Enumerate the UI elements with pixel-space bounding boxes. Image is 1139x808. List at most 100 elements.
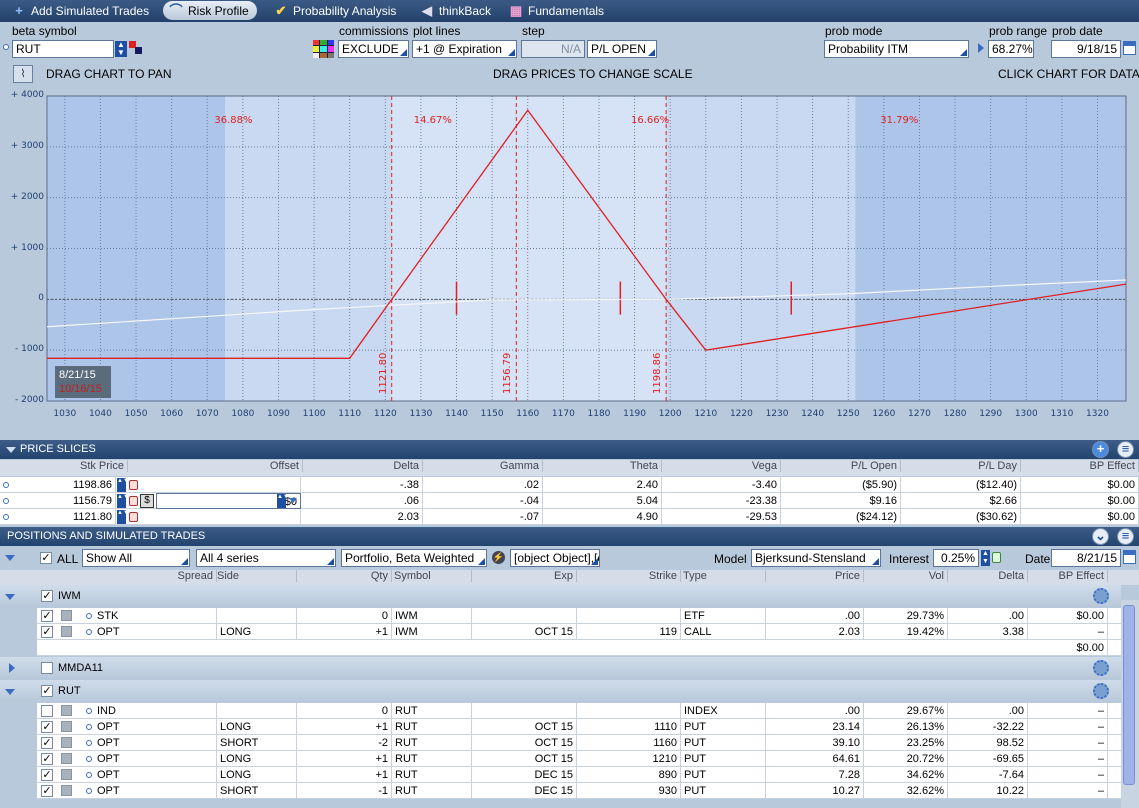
select-all-checkbox[interactable]: ✓ xyxy=(40,552,52,564)
position-row[interactable]: ✓ OPT LONG +1 IWM OCT 15 119 CALL 2.03 19.42% 3.38… xyxy=(0,624,1121,640)
lock-icon[interactable] xyxy=(129,480,138,490)
tab-fundamentals[interactable]: ▦ Fundamentals xyxy=(503,1,612,20)
price-slices-col-header[interactable]: Theta xyxy=(543,460,662,472)
chart-settings-icon[interactable]: ⌇ xyxy=(13,65,33,83)
lock-icon[interactable] xyxy=(129,496,138,506)
gear-icon[interactable] xyxy=(1093,588,1109,604)
group-checkbox[interactable]: ✓ xyxy=(41,685,53,697)
position-row[interactable]: ✓ OPT SHORT -1 RUT DEC 15 930 PUT 10.27 32.62% 10.… xyxy=(0,783,1121,799)
price-slices-col-header[interactable]: P/L Day xyxy=(901,460,1021,472)
tab-add-simulated-trades[interactable]: + Add Simulated Trades xyxy=(6,1,157,20)
position-color-swatch[interactable] xyxy=(61,753,72,764)
price-slice-row[interactable]: 1121.80 2.03 -.07 4.90 -29.53 ($24.12) ($30.62… xyxy=(0,509,1139,525)
position-row[interactable]: ✓ OPT SHORT -2 RUT OCT 15 1160 PUT 39.10 23.25% 98… xyxy=(0,735,1121,751)
interest-spinner[interactable]: ▲ ▼ xyxy=(981,550,990,566)
price-slices-col-header[interactable]: Offset xyxy=(128,460,303,472)
position-checkbox[interactable]: ✓ xyxy=(41,610,53,622)
gear-icon[interactable] xyxy=(1093,683,1109,699)
position-row[interactable]: ✓ STK 0 IWM ETF .00 29.73% .00 $0.00 xyxy=(0,608,1121,624)
price-slices-col-header[interactable]: P/L Open xyxy=(781,460,901,472)
positions-menu-icon[interactable]: ≡ xyxy=(1117,528,1134,545)
stk-price-spinner[interactable]: ▲▼ xyxy=(117,478,129,492)
positions-header[interactable]: POSITIONS AND SIMULATED TRADES ⌄ ≡ xyxy=(0,527,1139,546)
lightning-icon[interactable]: ⚡ xyxy=(492,551,505,564)
stk-price-spinner[interactable]: ▲▼ xyxy=(117,510,129,524)
price-slices-col-header[interactable]: Vega xyxy=(662,460,781,472)
position-row[interactable]: ✓ OPT LONG +1 RUT OCT 15 1210 PUT 64.61 20.72% -69… xyxy=(0,751,1121,767)
expand-group-icon[interactable] xyxy=(9,663,15,673)
color-grid-icon[interactable] xyxy=(313,40,334,58)
model-select[interactable]: Bjerksund-Stensland xyxy=(751,549,881,567)
prob-date-input[interactable]: 9/18/15 xyxy=(1051,40,1121,58)
positions-col-header[interactable]: BP Effect xyxy=(1028,570,1108,582)
series-filter-select[interactable]: All 4 series xyxy=(196,549,336,567)
price-slices-menu-icon[interactable]: ≡ xyxy=(1117,441,1134,458)
commissions-select[interactable]: EXCLUDE xyxy=(338,40,409,58)
position-checkbox[interactable] xyxy=(41,705,53,717)
position-color-swatch[interactable] xyxy=(61,626,72,637)
collapse-all-groups-icon[interactable] xyxy=(5,555,15,561)
positions-scrollbar[interactable] xyxy=(1121,600,1139,808)
positions-col-header[interactable]: Delta xyxy=(948,570,1028,582)
calendar-icon[interactable] xyxy=(1123,550,1136,564)
tab-probability-analysis[interactable]: ✔ Probability Analysis xyxy=(268,1,404,20)
price-slice-cell[interactable]: 1121.80 xyxy=(10,509,116,525)
beta-symbol-color-icon[interactable] xyxy=(129,41,143,55)
dollar-toggle-icon[interactable]: $ xyxy=(140,494,154,508)
position-checkbox[interactable]: ✓ xyxy=(41,737,53,749)
price-slice-cell[interactable]: 1156.79 xyxy=(10,493,116,509)
lock-icon[interactable] xyxy=(129,512,138,522)
chart-canvas[interactable] xyxy=(0,88,1139,436)
step-input[interactable]: N/A xyxy=(521,40,585,58)
tab-thinkback[interactable]: ◀ thinkBack xyxy=(414,1,499,20)
plot-lines-select[interactable]: +1 @ Expiration xyxy=(412,40,517,58)
positions-col-header[interactable]: Type xyxy=(681,570,766,582)
positions-col-header[interactable]: Strike xyxy=(577,570,681,582)
group-checkbox[interactable] xyxy=(41,662,53,674)
price-slice-row[interactable]: 1156.79 $0.06 -.04 5.04 -23.38 $9.16 $2.66 $0.0… xyxy=(0,493,1139,509)
position-group-mmda11[interactable]: MMDA11 xyxy=(0,657,1121,679)
risk-profile-chart[interactable]: + 4000 + 3000 + 2000 + 1000 0 - 1000 - 2000 10… xyxy=(0,88,1139,436)
prob-mode-select[interactable]: Probability ITM xyxy=(824,40,969,58)
price-slices-col-header[interactable]: BP Effect xyxy=(1021,460,1139,472)
price-slice-cell[interactable]: 1198.86 xyxy=(10,477,116,493)
position-checkbox[interactable]: ✓ xyxy=(41,753,53,765)
beta-symbol-spinner[interactable]: ▲ ▼ xyxy=(115,41,127,57)
positions-col-header[interactable]: Symbol xyxy=(392,570,472,582)
show-filter-select[interactable]: Show All xyxy=(82,549,190,567)
interest-input[interactable]: 0.25% xyxy=(933,549,979,567)
stk-price-spinner[interactable]: ▲▼ xyxy=(117,494,129,508)
price-slices-col-header[interactable]: Delta xyxy=(303,460,423,472)
groups-filter-select[interactable]: [object Object],[object Object],[object … xyxy=(510,549,600,567)
beta-symbol-input[interactable]: RUT xyxy=(12,40,114,58)
prob-range-input[interactable]: 68.27% xyxy=(988,40,1034,58)
collapse-all-icon[interactable]: ⌄ xyxy=(1092,528,1109,545)
interest-lock-icon[interactable] xyxy=(992,552,1001,563)
position-row[interactable]: ✓ OPT LONG +1 RUT OCT 15 1110 PUT 23.14 26.13% -32… xyxy=(0,719,1121,735)
offset-spinner[interactable]: ▲▼ xyxy=(277,494,289,508)
collapse-icon[interactable] xyxy=(6,447,16,453)
prob-range-expand-icon[interactable] xyxy=(978,43,984,53)
position-color-swatch[interactable] xyxy=(61,610,72,621)
tab-risk-profile[interactable]: ⌒ Risk Profile xyxy=(163,1,257,20)
price-slice-cell[interactable] xyxy=(156,477,301,493)
positions-col-header[interactable]: Qty xyxy=(297,570,392,582)
price-slice-cell[interactable] xyxy=(156,509,301,525)
position-color-swatch[interactable] xyxy=(61,785,72,796)
position-color-swatch[interactable] xyxy=(61,769,72,780)
positions-col-header[interactable]: Vol xyxy=(864,570,948,582)
positions-col-header[interactable]: Price xyxy=(766,570,864,582)
position-color-swatch[interactable] xyxy=(61,737,72,748)
position-checkbox[interactable]: ✓ xyxy=(41,785,53,797)
portfolio-select[interactable]: Portfolio, Beta Weighted xyxy=(341,549,487,567)
price-slice-row[interactable]: 1198.86 -.38.02 2.40 -3.40 ($5.90) ($12.40) $0… xyxy=(0,477,1139,493)
collapse-group-icon[interactable] xyxy=(5,689,15,695)
position-checkbox[interactable]: ✓ xyxy=(41,626,53,638)
pl-open-select[interactable]: P/L OPEN xyxy=(587,40,657,58)
position-row[interactable]: ✓ OPT LONG +1 RUT DEC 15 890 PUT 7.28 34.62% -7.64… xyxy=(0,767,1121,783)
date-input[interactable]: 8/21/15 xyxy=(1051,549,1121,567)
positions-col-header[interactable]: Side xyxy=(217,570,297,582)
offset-dropdown-icon[interactable] xyxy=(289,498,297,503)
group-checkbox[interactable]: ✓ xyxy=(41,590,53,602)
position-group-rut[interactable]: ✓ RUT xyxy=(0,680,1121,702)
